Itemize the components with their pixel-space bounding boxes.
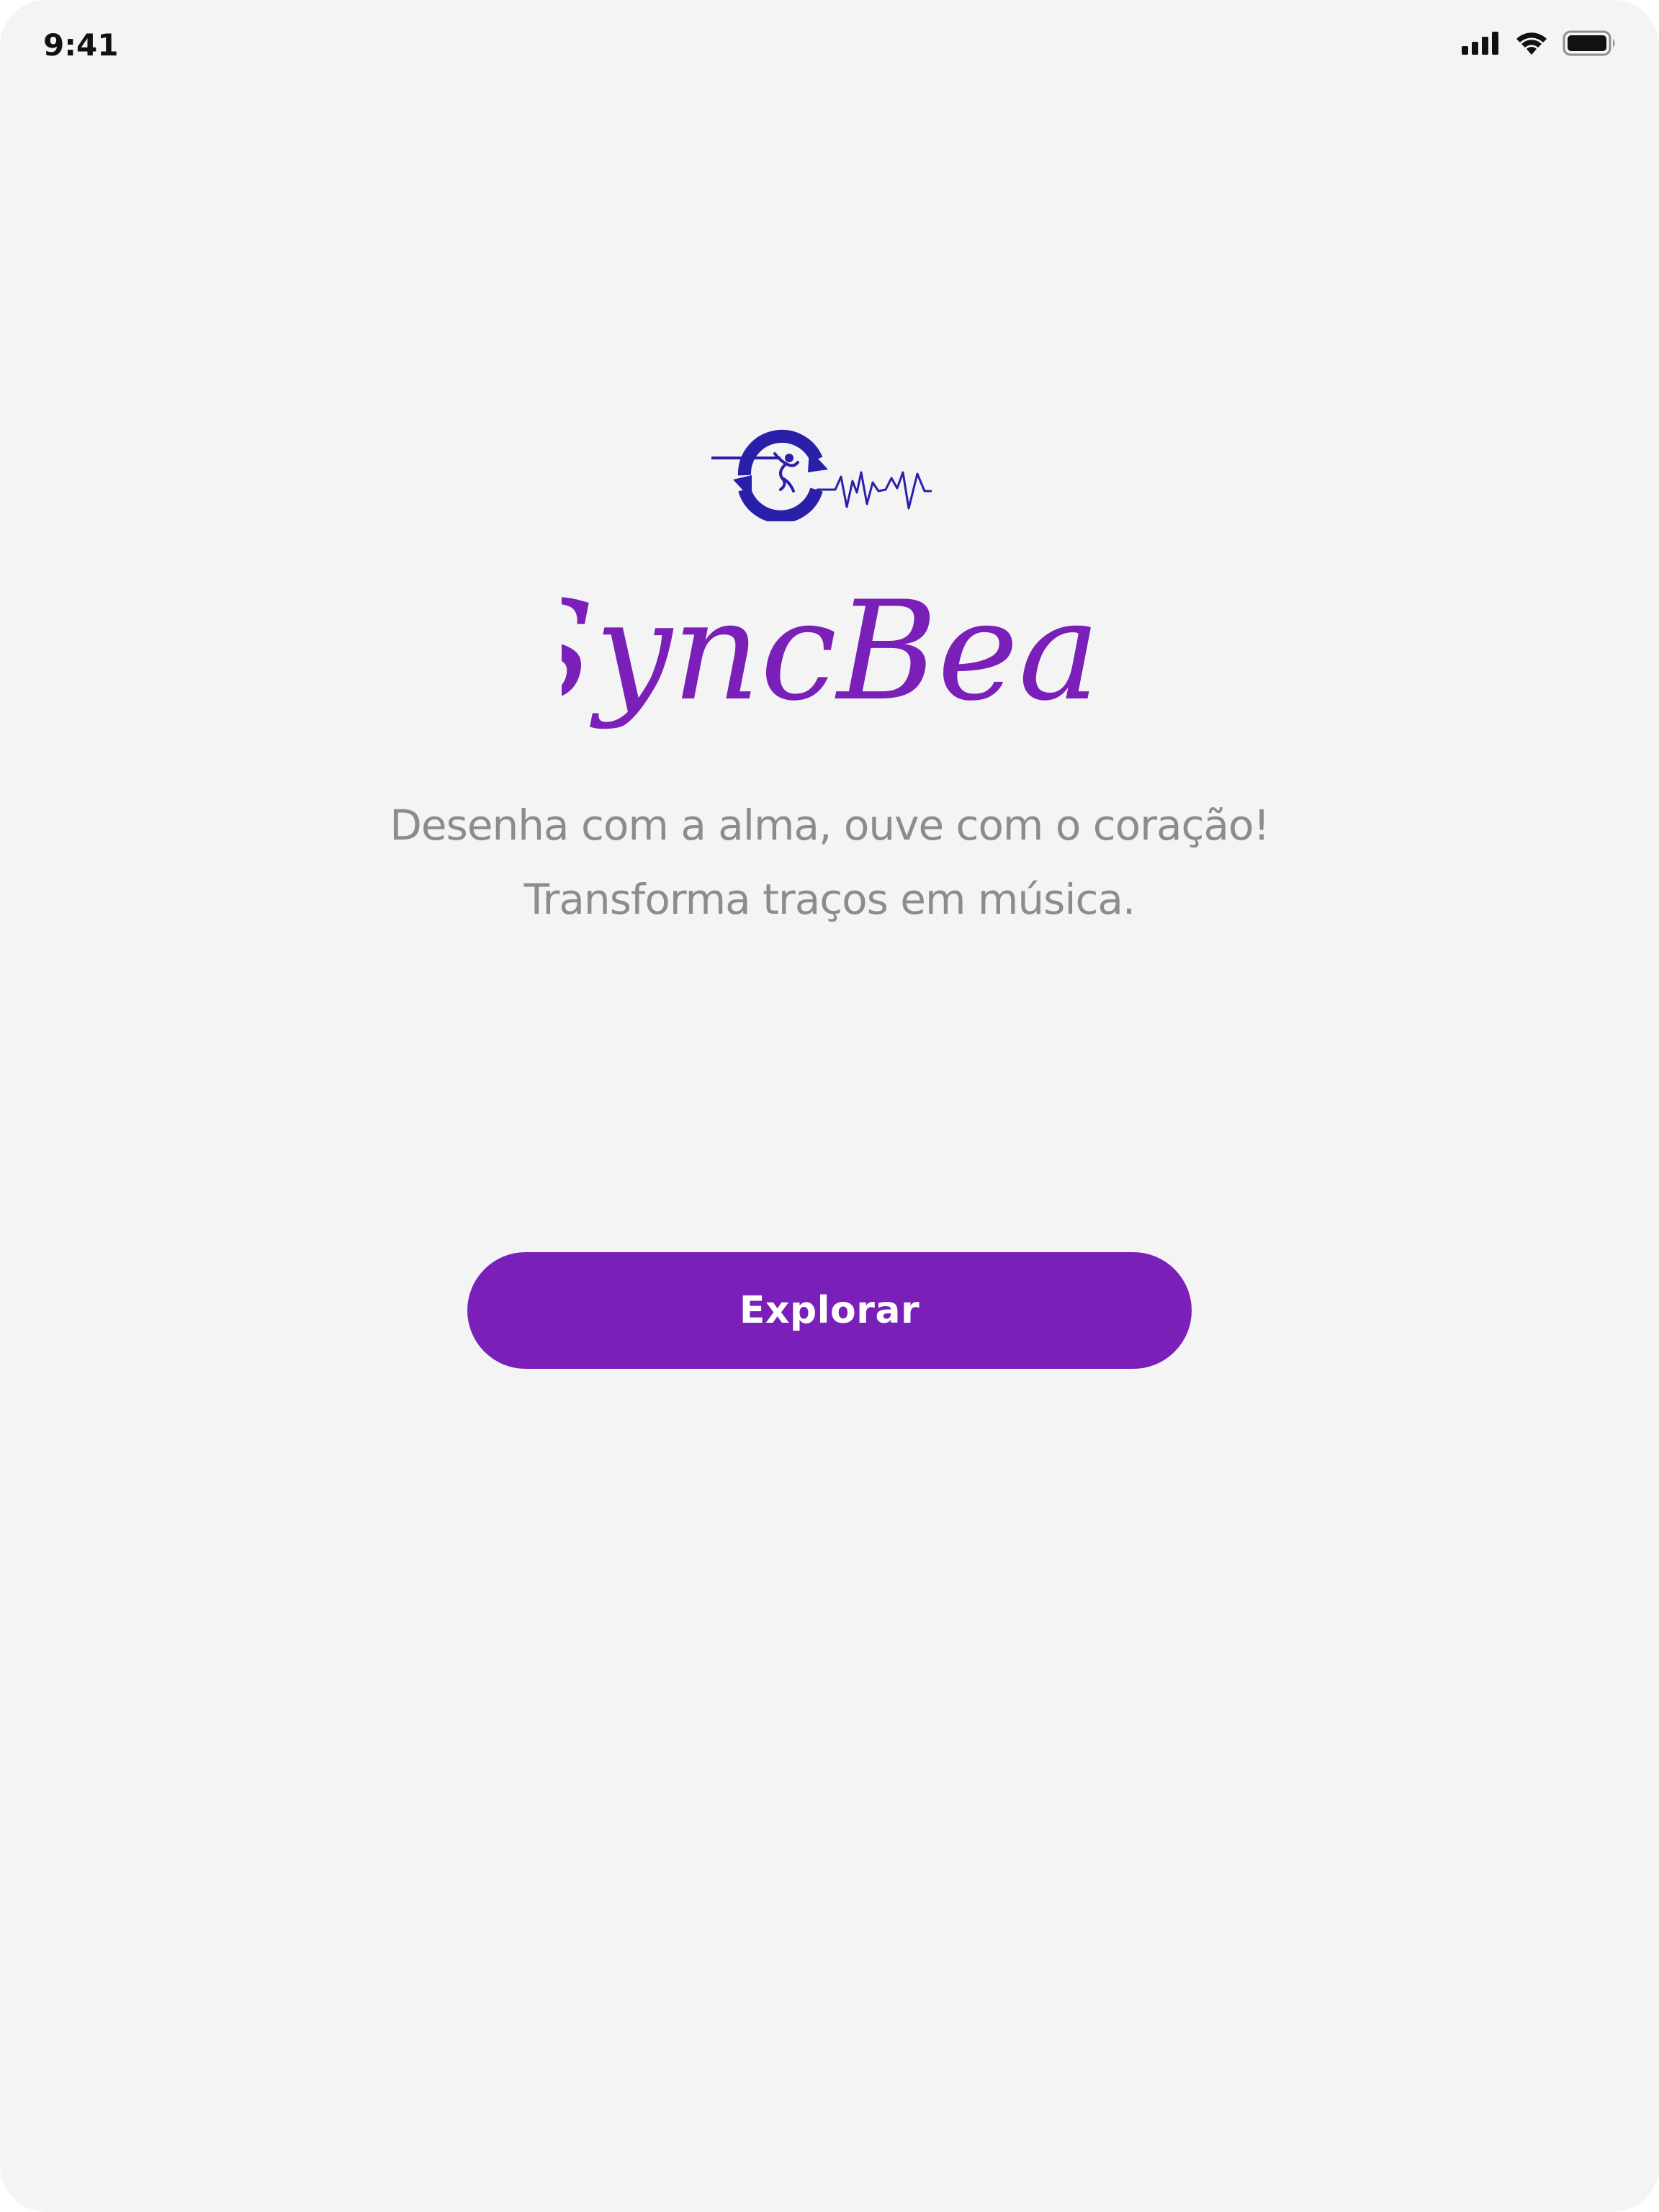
status-icons: [1462, 30, 1617, 56]
explore-button-label: Explorar: [739, 1289, 920, 1332]
status-time: 9:41: [43, 27, 119, 63]
wifi-icon: [1516, 32, 1547, 55]
status-bar: 9:41: [0, 0, 1659, 94]
tagline-line-1: Desenha com a alma, ouve com o coração!: [390, 801, 1269, 850]
splash-screen: 9:41 yncBea Desenha com a alma, ouve com…: [0, 0, 1659, 2212]
battery-icon: [1563, 30, 1615, 56]
wordmark-text: SyncBeat: [562, 572, 1094, 731]
tagline-line-2: Transforma traços em música.: [523, 875, 1136, 924]
syncbeat-wordmark: SyncBeat: [562, 572, 1094, 731]
sync-heartbeat-logo-icon: [711, 429, 932, 521]
cellular-signal-icon: [1462, 32, 1498, 55]
explore-button[interactable]: Explorar: [467, 1252, 1192, 1369]
